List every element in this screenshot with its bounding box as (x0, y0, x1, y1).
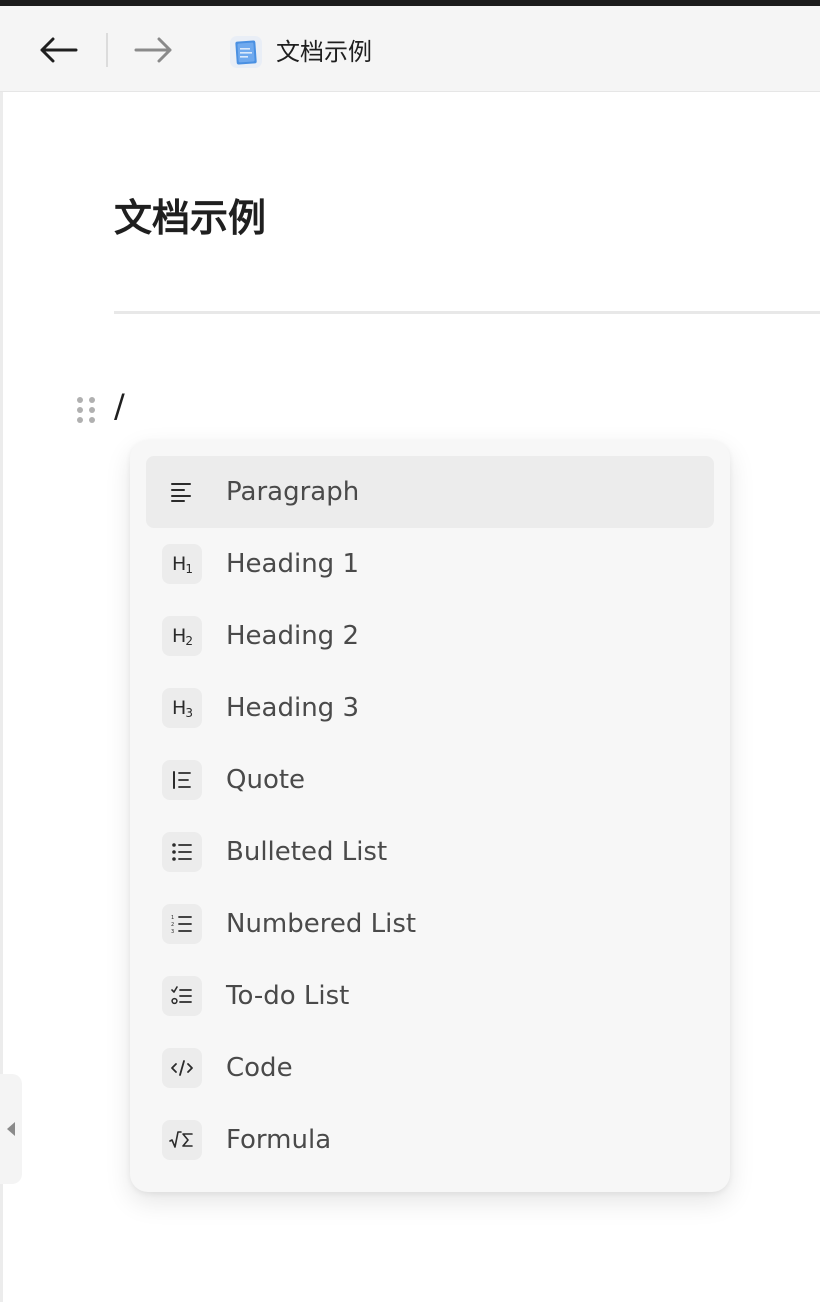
document-icon (228, 34, 264, 70)
menu-item-heading-1[interactable]: H1 Heading 1 (146, 528, 714, 600)
menu-item-todo-list[interactable]: To-do List (146, 960, 714, 1032)
arrow-left-icon (40, 37, 78, 63)
menu-item-label: Formula (226, 1125, 332, 1155)
menu-item-heading-2[interactable]: H2 Heading 2 (146, 600, 714, 672)
menu-item-label: Quote (226, 765, 306, 795)
forward-button[interactable] (132, 28, 176, 72)
menu-item-quote[interactable]: Quote (146, 744, 714, 816)
editor-input-line[interactable]: / (114, 384, 125, 428)
menu-item-label: Heading 3 (226, 693, 359, 723)
toolbar-document-title[interactable]: 文档示例 (276, 32, 372, 72)
menu-item-label: Heading 2 (226, 621, 359, 651)
svg-text:3: 3 (171, 929, 174, 934)
menu-item-paragraph[interactable]: Paragraph (146, 456, 714, 528)
svg-text:1: 1 (171, 915, 174, 921)
menu-item-code[interactable]: Code (146, 1032, 714, 1104)
heading-3-icon: H3 (162, 688, 202, 728)
paragraph-icon (162, 472, 202, 512)
menu-item-formula[interactable]: Formula (146, 1104, 714, 1176)
slash-command-menu: Paragraph H1 Heading 1 H2 Heading 2 H3 H… (130, 440, 730, 1192)
toolbar-divider (106, 33, 108, 67)
numbered-list-icon: 1 2 3 (162, 904, 202, 944)
toolbar: 文档示例 (0, 6, 820, 92)
menu-item-heading-3[interactable]: H3 Heading 3 (146, 672, 714, 744)
todo-list-icon (162, 976, 202, 1016)
arrow-right-icon (134, 37, 172, 63)
bulleted-list-icon (162, 832, 202, 872)
menu-item-label: Numbered List (226, 909, 417, 939)
menu-item-label: Paragraph (226, 477, 360, 507)
menu-item-label: Bulleted List (226, 837, 388, 867)
menu-item-bulleted-list[interactable]: Bulleted List (146, 816, 714, 888)
code-icon (162, 1048, 202, 1088)
formula-icon (162, 1120, 202, 1160)
heading-2-icon: H2 (162, 616, 202, 656)
caret-left-icon (7, 1122, 15, 1136)
quote-icon (162, 760, 202, 800)
page-title[interactable]: 文档示例 (114, 190, 266, 246)
menu-item-label: Code (226, 1053, 293, 1083)
menu-item-label: Heading 1 (226, 549, 359, 579)
back-button[interactable] (36, 28, 80, 72)
heading-1-icon: H1 (162, 544, 202, 584)
title-divider (114, 311, 820, 314)
drag-handle-icon[interactable] (74, 396, 98, 424)
menu-item-label: To-do List (226, 981, 350, 1011)
sidebar-toggle-button[interactable] (0, 1074, 22, 1184)
menu-item-numbered-list[interactable]: 1 2 3 Numbered List (146, 888, 714, 960)
svg-text:2: 2 (171, 922, 174, 928)
